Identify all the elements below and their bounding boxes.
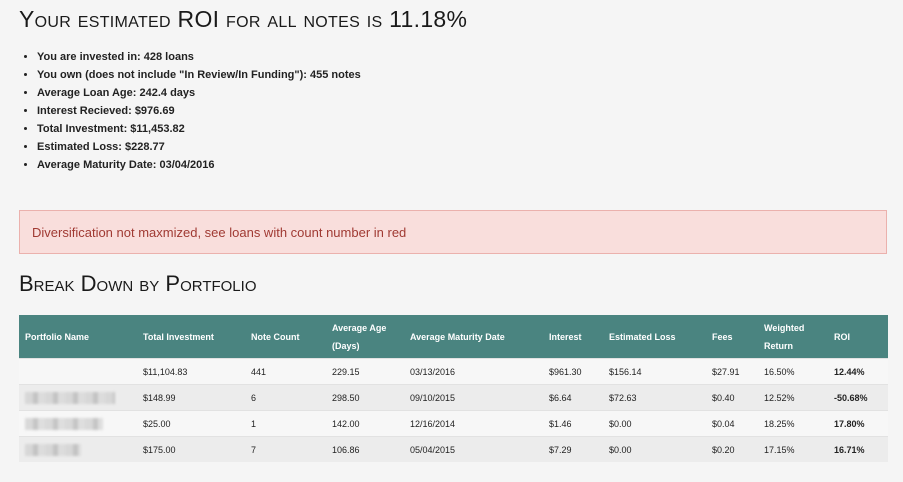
redacted-portfolio-name — [25, 443, 81, 456]
cell-average-maturity: 05/04/2015 — [404, 436, 543, 462]
cell-estimated-loss: $0.00 — [603, 436, 706, 462]
cell-average-maturity: 09/10/2015 — [404, 384, 543, 411]
col-average-maturity[interactable]: Average Maturity Date — [404, 315, 543, 359]
col-fees[interactable]: Fees — [706, 315, 758, 359]
cell-interest: $1.46 — [543, 410, 603, 437]
stat-total-investment: Total Investment: $11,453.82 — [37, 120, 361, 138]
col-total-investment[interactable]: Total Investment — [137, 315, 245, 359]
col-weighted-return[interactable]: Weighted Return — [758, 315, 828, 359]
cell-total-investment: $175.00 — [137, 436, 245, 462]
cell-fees: $27.91 — [706, 358, 758, 385]
cell-weighted-return: 12.52% — [758, 384, 828, 411]
cell-portfolio-name[interactable] — [19, 384, 137, 411]
redacted-portfolio-name — [25, 417, 103, 430]
cell-fees: $0.04 — [706, 410, 758, 437]
cell-interest: $961.30 — [543, 358, 603, 385]
cell-portfolio-name[interactable] — [19, 410, 137, 437]
stat-average-maturity: Average Maturity Date: 03/04/2016 — [37, 156, 361, 174]
cell-average-age: 298.50 — [326, 384, 404, 411]
table-header-row: Portfolio Name Total Investment Note Cou… — [19, 315, 888, 359]
cell-total-investment: $148.99 — [137, 384, 245, 411]
stat-interest-received: Interest Recieved: $976.69 — [37, 102, 361, 120]
stat-average-loan-age: Average Loan Age: 242.4 days — [37, 84, 361, 102]
cell-average-maturity: 03/13/2016 — [404, 358, 543, 385]
portfolio-table: Portfolio Name Total Investment Note Cou… — [19, 315, 888, 462]
cell-note-count: 7 — [245, 436, 326, 462]
stat-notes-owned: You own (does not include "In Review/In … — [37, 66, 361, 84]
col-roi[interactable]: ROI — [828, 315, 888, 359]
cell-interest: $7.29 — [543, 436, 603, 462]
stat-estimated-loss: Estimated Loss: $228.77 — [37, 138, 361, 156]
cell-total-investment: $11,104.83 — [137, 358, 245, 385]
cell-estimated-loss: $72.63 — [603, 384, 706, 411]
cell-portfolio-name — [19, 358, 137, 385]
cell-average-age: 229.15 — [326, 358, 404, 385]
cell-average-age: 142.00 — [326, 410, 404, 437]
table-row: $148.99 6 298.50 09/10/2015 $6.64 $72.63… — [19, 384, 888, 411]
cell-average-maturity: 12/16/2014 — [404, 410, 543, 437]
stat-loans-invested: You are invested in: 428 loans — [37, 48, 361, 66]
cell-interest: $6.64 — [543, 384, 603, 411]
cell-portfolio-name[interactable] — [19, 436, 137, 462]
cell-fees: $0.40 — [706, 384, 758, 411]
cell-weighted-return: 16.50% — [758, 358, 828, 385]
col-portfolio-name[interactable]: Portfolio Name — [19, 315, 137, 359]
table-row: $175.00 7 106.86 05/04/2015 $7.29 $0.00 … — [19, 436, 888, 462]
table-row: $11,104.83 441 229.15 03/13/2016 $961.30… — [19, 358, 888, 385]
cell-total-investment: $25.00 — [137, 410, 245, 437]
diversification-alert: Diversification not maxmized, see loans … — [19, 210, 887, 254]
cell-note-count: 441 — [245, 358, 326, 385]
redacted-portfolio-name — [25, 391, 115, 404]
col-interest[interactable]: Interest — [543, 315, 603, 359]
cell-estimated-loss: $156.14 — [603, 358, 706, 385]
stats-list: You are invested in: 428 loans You own (… — [19, 48, 361, 174]
cell-average-age: 106.86 — [326, 436, 404, 462]
cell-roi: 16.71% — [828, 436, 888, 462]
col-estimated-loss[interactable]: Estimated Loss — [603, 315, 706, 359]
roi-heading: Your estimated ROI for all notes is 11.1… — [19, 6, 468, 32]
cell-weighted-return: 18.25% — [758, 410, 828, 437]
col-note-count[interactable]: Note Count — [245, 315, 326, 359]
cell-roi: 17.80% — [828, 410, 888, 437]
cell-estimated-loss: $0.00 — [603, 410, 706, 437]
cell-weighted-return: 17.15% — [758, 436, 828, 462]
cell-fees: $0.20 — [706, 436, 758, 462]
cell-roi: -50.68% — [828, 384, 888, 411]
table-row: $25.00 1 142.00 12/16/2014 $1.46 $0.00 $… — [19, 410, 888, 437]
cell-note-count: 6 — [245, 384, 326, 411]
cell-roi: 12.44% — [828, 358, 888, 385]
breakdown-heading: Break Down by Portfolio — [19, 271, 257, 296]
cell-note-count: 1 — [245, 410, 326, 437]
col-average-age[interactable]: Average Age (Days) — [326, 315, 404, 359]
